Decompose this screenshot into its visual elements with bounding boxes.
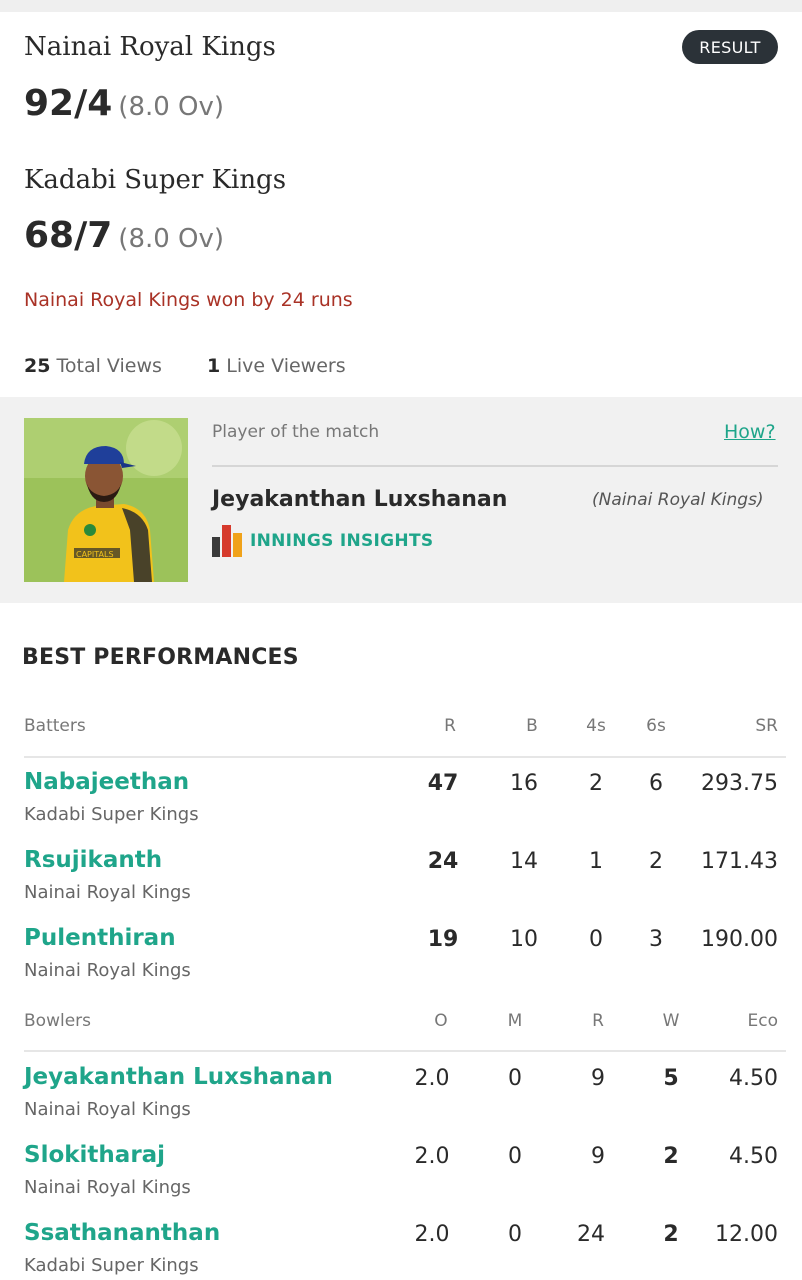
bowler-overs: 2.0 (414, 1144, 450, 1169)
live-viewers-count: 1 (207, 355, 221, 377)
jersey-text: CAPITALS (76, 550, 114, 559)
team1-score-line: 92/4 (8.0 Ov) (24, 83, 224, 124)
batter-sr: 171.43 (701, 849, 778, 874)
potm-player-team: (Nainai Royal Kings) (592, 490, 764, 510)
potm-player-name[interactable]: Jeyakanthan Luxshanan (212, 487, 507, 512)
bowler-name[interactable]: Slokitharaj (24, 1142, 165, 1168)
batter-team: Nainai Royal Kings (24, 960, 191, 981)
bowler-wickets: 5 (663, 1066, 679, 1091)
bowler-runs: 24 (577, 1222, 605, 1247)
batter-team: Nainai Royal Kings (24, 882, 191, 903)
header-batters: Batters (24, 716, 86, 736)
batter-sixes: 6 (649, 771, 663, 796)
bowler-wickets: 2 (663, 1144, 679, 1169)
batter-name[interactable]: Pulenthiran (24, 925, 176, 951)
bowler-overs: 2.0 (414, 1066, 450, 1091)
header-maidens: M (507, 1011, 523, 1031)
batter-balls: 10 (510, 927, 538, 952)
potm-label: Player of the match (212, 422, 380, 442)
bowler-team: Nainai Royal Kings (24, 1177, 191, 1198)
team2-name: Kadabi Super Kings (24, 165, 287, 195)
bowler-wickets: 2 (663, 1222, 679, 1247)
batter-name[interactable]: Rsujikanth (24, 847, 162, 873)
bowler-maidens: 0 (508, 1066, 522, 1091)
bowler-name[interactable]: Jeyakanthan Luxshanan (24, 1064, 333, 1090)
header-runs-conceded: R (592, 1011, 604, 1031)
live-viewers-label: Live Viewers (226, 355, 346, 377)
bar-chart-icon (212, 525, 242, 557)
total-views-count: 25 (24, 355, 51, 377)
batter-balls: 14 (510, 849, 538, 874)
batter-sixes: 3 (649, 927, 663, 952)
player-photo-illustration: CAPITALS (24, 418, 188, 582)
bowler-team: Kadabi Super Kings (24, 1255, 199, 1276)
team1-name: Nainai Royal Kings (24, 32, 276, 62)
match-result: Nainai Royal Kings won by 24 runs (24, 289, 353, 311)
header-overs: O (434, 1011, 448, 1031)
bowler-maidens: 0 (508, 1222, 522, 1247)
team1-score: 92/4 (24, 83, 113, 124)
header-sixes: 6s (646, 716, 666, 736)
batters-header-divider (24, 756, 786, 758)
live-viewers: 1 Live Viewers (207, 355, 346, 377)
batter-balls: 16 (510, 771, 538, 796)
player-of-match-panel[interactable]: CAPITALS Player of the match How? Jeyaka… (0, 397, 802, 603)
how-link[interactable]: How? (724, 421, 776, 443)
header-fours: 4s (586, 716, 606, 736)
bowler-team: Nainai Royal Kings (24, 1099, 191, 1120)
batter-runs: 47 (427, 771, 459, 796)
header-sr: SR (755, 716, 778, 736)
total-views-label: Total Views (56, 355, 162, 377)
header-runs: R (444, 716, 456, 736)
batter-team: Kadabi Super Kings (24, 804, 199, 825)
batter-sr: 190.00 (701, 927, 778, 952)
bowler-economy: 4.50 (729, 1144, 778, 1169)
batter-name[interactable]: Nabajeethan (24, 769, 189, 795)
bowler-maidens: 0 (508, 1144, 522, 1169)
header-balls: B (526, 716, 538, 736)
team2-overs: (8.0 Ov) (118, 224, 225, 254)
innings-insights-label: INNINGS INSIGHTS (250, 531, 434, 551)
team1-overs: (8.0 Ov) (118, 92, 225, 122)
player-photo: CAPITALS (24, 418, 188, 582)
bowler-economy: 4.50 (729, 1066, 778, 1091)
batter-fours: 2 (589, 771, 603, 796)
team2-score: 68/7 (24, 215, 113, 256)
batter-sr: 293.75 (701, 771, 778, 796)
bowler-runs: 9 (591, 1066, 605, 1091)
batter-sixes: 2 (649, 849, 663, 874)
bowlers-header-divider (24, 1050, 786, 1052)
batter-runs: 19 (427, 927, 459, 952)
bowler-name[interactable]: Ssathananthan (24, 1220, 220, 1246)
bowler-runs: 9 (591, 1144, 605, 1169)
batter-fours: 1 (589, 849, 603, 874)
header-bowlers: Bowlers (24, 1011, 91, 1031)
batter-runs: 24 (427, 849, 459, 874)
total-views: 25 Total Views (24, 355, 162, 377)
header-economy: Eco (747, 1011, 779, 1031)
top-strip (0, 0, 802, 12)
status-badge: RESULT (682, 30, 778, 64)
batter-fours: 0 (589, 927, 603, 952)
best-performances-title: BEST PERFORMANCES (22, 645, 299, 670)
bowler-overs: 2.0 (414, 1222, 450, 1247)
header-wickets: W (662, 1011, 680, 1031)
divider (212, 465, 778, 467)
bowler-economy: 12.00 (715, 1222, 778, 1247)
innings-insights-button[interactable]: INNINGS INSIGHTS (212, 525, 433, 557)
team2-score-line: 68/7 (8.0 Ov) (24, 215, 224, 256)
